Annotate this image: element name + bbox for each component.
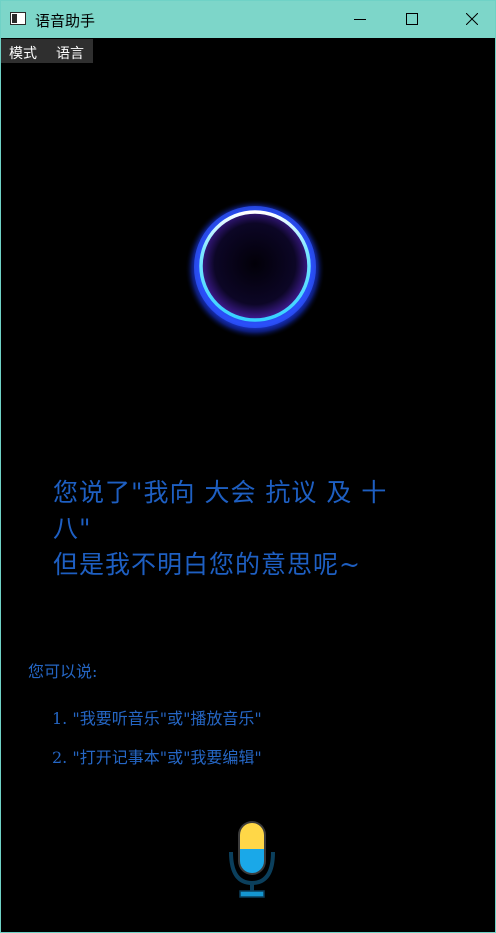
close-icon (466, 13, 478, 25)
maximize-button[interactable] (389, 1, 435, 38)
minimize-icon (354, 19, 366, 20)
menu-item-mode[interactable]: 模式 (9, 43, 37, 63)
hint-title: 您可以说: (28, 662, 98, 681)
app-window-icon (10, 12, 26, 25)
menu-item-language[interactable]: 语言 (56, 43, 84, 63)
app-window: 语音助手 模式 语言 您说了"我向 大会 抗议 及 十 八" 但是我不明白您的意… (0, 0, 496, 933)
microphone-icon[interactable] (227, 819, 277, 899)
glowing-ring-icon (185, 199, 325, 339)
minimize-button[interactable] (337, 1, 383, 38)
reply-line: 八" (53, 514, 92, 543)
hint-item: 2. "打开记事本"或"我要编辑" (52, 748, 262, 767)
close-button[interactable] (449, 1, 495, 38)
hint-item: 1. "我要听音乐"或"播放音乐" (52, 709, 262, 728)
title-bar[interactable]: 语音助手 (1, 1, 495, 38)
maximize-icon (406, 13, 418, 25)
menu-bar: 模式 语言 (1, 39, 93, 63)
reply-line: 您说了"我向 大会 抗议 及 十 (53, 478, 388, 507)
window-title: 语音助手 (35, 12, 96, 30)
assistant-reply: 您说了"我向 大会 抗议 及 十 八" 但是我不明白您的意思呢~ (53, 475, 453, 583)
reply-line: 但是我不明白您的意思呢~ (53, 550, 361, 579)
